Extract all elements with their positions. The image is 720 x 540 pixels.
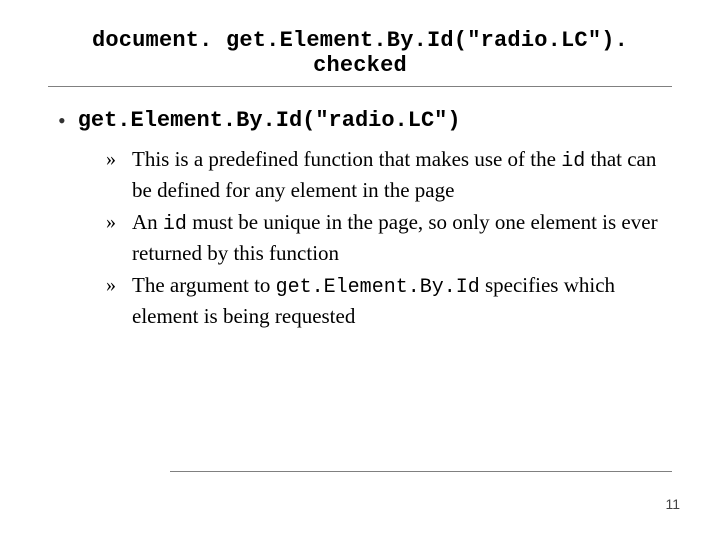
subitem-text: This is a predefined function that makes… xyxy=(132,145,672,204)
subitem-text: The argument to get.Element.By.Id specif… xyxy=(132,271,672,330)
subbullet-marker: » xyxy=(106,145,118,173)
text-pre: This is a predefined function that makes… xyxy=(132,147,561,171)
text-code: id xyxy=(561,150,585,173)
bullet-item: • get.Element.By.Id("radio.LC") xyxy=(58,109,672,133)
text-code: id xyxy=(163,213,187,236)
text-pre: An xyxy=(132,210,163,234)
list-item: » This is a predefined function that mak… xyxy=(106,145,672,204)
list-item: » An id must be unique in the page, so o… xyxy=(106,208,672,267)
text-code: get.Element.By.Id xyxy=(276,276,480,299)
list-item: » The argument to get.Element.By.Id spec… xyxy=(106,271,672,330)
bullet-code: get.Element.By.Id("radio.LC") xyxy=(78,109,461,133)
divider-top xyxy=(48,86,672,87)
subbullet-marker: » xyxy=(106,271,118,299)
divider-bottom xyxy=(170,471,672,472)
page-number: 11 xyxy=(665,496,680,512)
slide: document. get.Element.By.Id("radio.LC").… xyxy=(0,0,720,540)
sub-list: » This is a predefined function that mak… xyxy=(106,145,672,330)
subitem-text: An id must be unique in the page, so onl… xyxy=(132,208,672,267)
subbullet-marker: » xyxy=(106,208,118,236)
text-pre: The argument to xyxy=(132,273,276,297)
text-post: must be unique in the page, so only one … xyxy=(132,210,658,265)
slide-title: document. get.Element.By.Id("radio.LC").… xyxy=(48,28,672,78)
bullet-marker: • xyxy=(58,109,66,133)
